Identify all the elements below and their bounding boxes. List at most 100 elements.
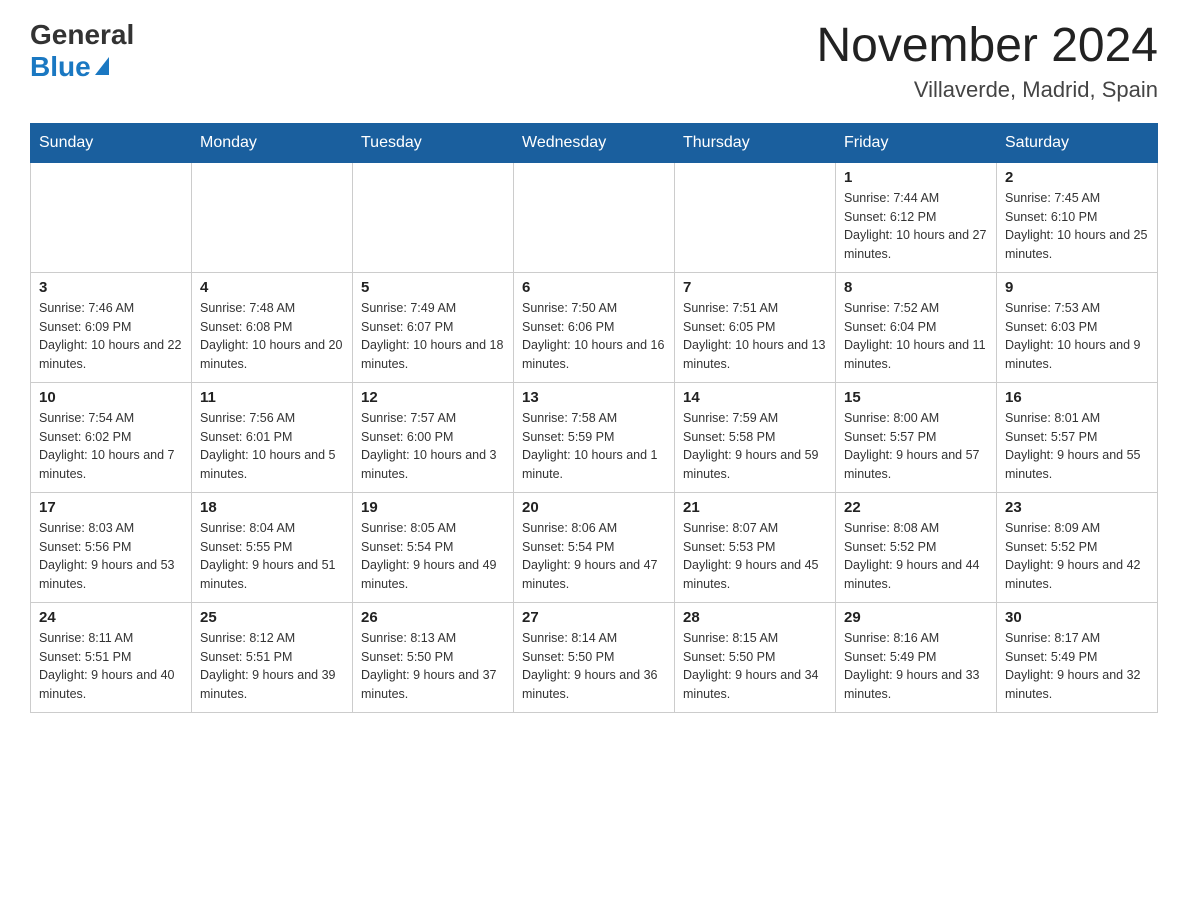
day-info: Sunrise: 7:57 AMSunset: 6:00 PMDaylight:…	[361, 411, 497, 481]
header-sunday: Sunday	[31, 123, 192, 162]
table-row: 8Sunrise: 7:52 AMSunset: 6:04 PMDaylight…	[836, 272, 997, 382]
table-row: 23 Sunrise: 8:09 AMSunset: 5:52 PMDayligh…	[997, 492, 1158, 602]
table-row: 6 Sunrise: 7:50 AMSunset: 6:06 PMDaylight…	[514, 272, 675, 382]
day-number: 5	[361, 279, 505, 296]
table-row	[514, 162, 675, 272]
table-row: 20Sunrise: 8:06 AMSunset: 5:54 PMDayligh…	[514, 492, 675, 602]
logo-triangle-icon	[95, 57, 109, 75]
day-number: 12	[361, 389, 505, 406]
day-info: Sunrise: 8:04 AMSunset: 5:55 PMDaylight:…	[200, 521, 336, 591]
day-info: Sunrise: 8:01 AMSunset: 5:57 PMDaylight:…	[1005, 411, 1141, 481]
logo-blue-text: Blue	[30, 51, 109, 83]
day-info: Sunrise: 8:14 AMSunset: 5:50 PMDaylight:…	[522, 631, 658, 701]
day-info: Sunrise: 8:05 AMSunset: 5:54 PMDaylight:…	[361, 521, 497, 591]
table-row: 22Sunrise: 8:08 AMSunset: 5:52 PMDayligh…	[836, 492, 997, 602]
day-info: Sunrise: 7:45 AMSunset: 6:10 PMDaylight:…	[1005, 191, 1147, 261]
table-row: 9 Sunrise: 7:53 AMSunset: 6:03 PMDaylight…	[997, 272, 1158, 382]
day-number: 25	[200, 609, 344, 626]
week-row-2: 3Sunrise: 7:46 AMSunset: 6:09 PMDaylight…	[31, 272, 1158, 382]
day-number: 7	[683, 279, 827, 296]
day-number: 23	[1005, 499, 1149, 516]
day-info: Sunrise: 8:13 AMSunset: 5:50 PMDaylight:…	[361, 631, 497, 701]
day-info: Sunrise: 7:53 AMSunset: 6:03 PMDaylight:…	[1005, 301, 1141, 371]
table-row: 21 Sunrise: 8:07 AMSunset: 5:53 PMDayligh…	[675, 492, 836, 602]
week-row-3: 10 Sunrise: 7:54 AMSunset: 6:02 PMDayligh…	[31, 382, 1158, 492]
week-row-4: 17 Sunrise: 8:03 AMSunset: 5:56 PMDayligh…	[31, 492, 1158, 602]
table-row: 27 Sunrise: 8:14 AMSunset: 5:50 PMDayligh…	[514, 602, 675, 712]
day-number: 6	[522, 279, 666, 296]
table-row	[192, 162, 353, 272]
day-number: 20	[522, 499, 666, 516]
day-number: 18	[200, 499, 344, 516]
table-row: 10 Sunrise: 7:54 AMSunset: 6:02 PMDayligh…	[31, 382, 192, 492]
day-info: Sunrise: 7:49 AMSunset: 6:07 PMDaylight:…	[361, 301, 503, 371]
day-number: 19	[361, 499, 505, 516]
location-subtitle: Villaverde, Madrid, Spain	[816, 77, 1158, 103]
table-row: 30 Sunrise: 8:17 AMSunset: 5:49 PMDayligh…	[997, 602, 1158, 712]
table-row: 28Sunrise: 8:15 AMSunset: 5:50 PMDayligh…	[675, 602, 836, 712]
table-row: 7 Sunrise: 7:51 AMSunset: 6:05 PMDaylight…	[675, 272, 836, 382]
day-info: Sunrise: 8:08 AMSunset: 5:52 PMDaylight:…	[844, 521, 980, 591]
table-row	[31, 162, 192, 272]
day-number: 11	[200, 389, 344, 406]
weekday-header-row: Sunday Monday Tuesday Wednesday Thursday…	[31, 123, 1158, 162]
table-row: 25 Sunrise: 8:12 AMSunset: 5:51 PMDayligh…	[192, 602, 353, 712]
day-info: Sunrise: 8:03 AMSunset: 5:56 PMDaylight:…	[39, 521, 175, 591]
day-number: 26	[361, 609, 505, 626]
week-row-1: 1Sunrise: 7:44 AMSunset: 6:12 PMDaylight…	[31, 162, 1158, 272]
day-info: Sunrise: 8:07 AMSunset: 5:53 PMDaylight:…	[683, 521, 819, 591]
table-row: 29Sunrise: 8:16 AMSunset: 5:49 PMDayligh…	[836, 602, 997, 712]
table-row: 17 Sunrise: 8:03 AMSunset: 5:56 PMDayligh…	[31, 492, 192, 602]
table-row: 5 Sunrise: 7:49 AMSunset: 6:07 PMDaylight…	[353, 272, 514, 382]
header-wednesday: Wednesday	[514, 123, 675, 162]
table-row: 18 Sunrise: 8:04 AMSunset: 5:55 PMDayligh…	[192, 492, 353, 602]
title-section: November 2024 Villaverde, Madrid, Spain	[816, 20, 1158, 103]
header-monday: Monday	[192, 123, 353, 162]
day-info: Sunrise: 7:50 AMSunset: 6:06 PMDaylight:…	[522, 301, 664, 371]
day-info: Sunrise: 7:48 AMSunset: 6:08 PMDaylight:…	[200, 301, 342, 371]
table-row: 19 Sunrise: 8:05 AMSunset: 5:54 PMDayligh…	[353, 492, 514, 602]
month-year-title: November 2024	[816, 20, 1158, 73]
header-saturday: Saturday	[997, 123, 1158, 162]
day-number: 15	[844, 389, 988, 406]
day-info: Sunrise: 8:17 AMSunset: 5:49 PMDaylight:…	[1005, 631, 1141, 701]
day-info: Sunrise: 7:56 AMSunset: 6:01 PMDaylight:…	[200, 411, 336, 481]
day-number: 4	[200, 279, 344, 296]
header-tuesday: Tuesday	[353, 123, 514, 162]
table-row: 4 Sunrise: 7:48 AMSunset: 6:08 PMDaylight…	[192, 272, 353, 382]
week-row-5: 24 Sunrise: 8:11 AMSunset: 5:51 PMDayligh…	[31, 602, 1158, 712]
day-number: 13	[522, 389, 666, 406]
day-info: Sunrise: 7:59 AMSunset: 5:58 PMDaylight:…	[683, 411, 819, 481]
table-row: 14 Sunrise: 7:59 AMSunset: 5:58 PMDayligh…	[675, 382, 836, 492]
table-row	[675, 162, 836, 272]
table-row: 16Sunrise: 8:01 AMSunset: 5:57 PMDayligh…	[997, 382, 1158, 492]
day-info: Sunrise: 8:09 AMSunset: 5:52 PMDaylight:…	[1005, 521, 1141, 591]
table-row	[353, 162, 514, 272]
table-row: 15 Sunrise: 8:00 AMSunset: 5:57 PMDayligh…	[836, 382, 997, 492]
day-info: Sunrise: 7:46 AMSunset: 6:09 PMDaylight:…	[39, 301, 181, 371]
logo: General Blue	[30, 20, 134, 83]
day-info: Sunrise: 8:12 AMSunset: 5:51 PMDaylight:…	[200, 631, 336, 701]
day-number: 21	[683, 499, 827, 516]
day-info: Sunrise: 8:11 AMSunset: 5:51 PMDaylight:…	[39, 631, 175, 701]
day-info: Sunrise: 7:51 AMSunset: 6:05 PMDaylight:…	[683, 301, 825, 371]
table-row: 11 Sunrise: 7:56 AMSunset: 6:01 PMDayligh…	[192, 382, 353, 492]
day-number: 24	[39, 609, 183, 626]
day-number: 10	[39, 389, 183, 406]
day-number: 1	[844, 169, 988, 186]
day-info: Sunrise: 8:00 AMSunset: 5:57 PMDaylight:…	[844, 411, 980, 481]
day-number: 14	[683, 389, 827, 406]
day-number: 17	[39, 499, 183, 516]
table-row: 1Sunrise: 7:44 AMSunset: 6:12 PMDaylight…	[836, 162, 997, 272]
table-row: 12 Sunrise: 7:57 AMSunset: 6:00 PMDayligh…	[353, 382, 514, 492]
day-number: 2	[1005, 169, 1149, 186]
table-row: 3Sunrise: 7:46 AMSunset: 6:09 PMDaylight…	[31, 272, 192, 382]
day-number: 27	[522, 609, 666, 626]
day-number: 9	[1005, 279, 1149, 296]
day-number: 8	[844, 279, 988, 296]
day-info: Sunrise: 7:54 AMSunset: 6:02 PMDaylight:…	[39, 411, 175, 481]
header-thursday: Thursday	[675, 123, 836, 162]
day-number: 30	[1005, 609, 1149, 626]
page-header: General Blue November 2024 Villaverde, M…	[30, 20, 1158, 103]
table-row: 24 Sunrise: 8:11 AMSunset: 5:51 PMDayligh…	[31, 602, 192, 712]
